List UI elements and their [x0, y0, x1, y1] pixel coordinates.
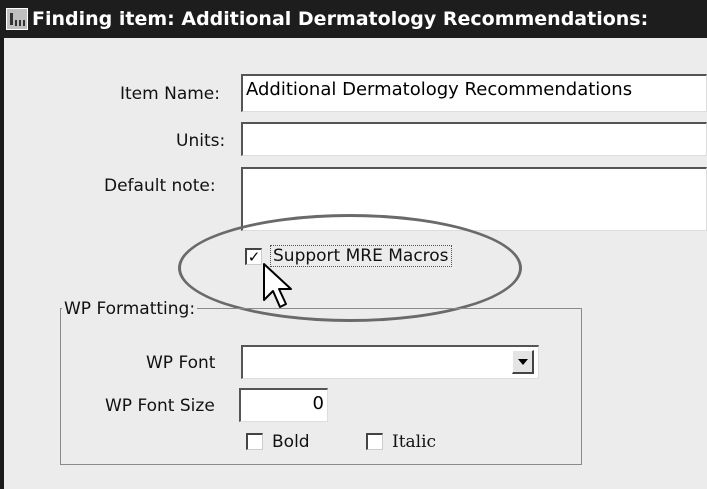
- wp-formatting-groupbox: [60, 308, 582, 465]
- form-icon: [6, 8, 28, 30]
- item-name-input[interactable]: Additional Dermatology Recommendations: [241, 74, 707, 112]
- wp-font-select[interactable]: [241, 345, 539, 379]
- item-name-value: Additional Dermatology Recommendations: [246, 79, 633, 100]
- wp-font-label: WP Font: [146, 353, 216, 373]
- bold-checkbox[interactable]: [246, 433, 263, 450]
- ellipse-highlight: [178, 214, 522, 322]
- wp-formatting-legend: WP Formatting:: [62, 299, 198, 319]
- bold-label: Bold: [272, 432, 310, 452]
- dropdown-arrow-icon[interactable]: [512, 350, 534, 374]
- title-bar: Finding item: Additional Dermatology Rec…: [0, 0, 707, 38]
- window-title: Finding item: Additional Dermatology Rec…: [32, 8, 649, 30]
- wp-font-size-value: 0: [312, 393, 324, 414]
- wp-font-size-label: WP Font Size: [105, 396, 215, 416]
- wp-font-size-input[interactable]: 0: [239, 388, 328, 422]
- item-name-label: Item Name:: [120, 84, 220, 104]
- italic-label: Italic: [392, 432, 437, 452]
- italic-checkbox[interactable]: [366, 433, 383, 450]
- units-label: Units:: [176, 131, 226, 151]
- units-input[interactable]: [241, 122, 707, 156]
- default-note-label: Default note:: [104, 176, 216, 196]
- mouse-pointer-icon: [263, 263, 292, 308]
